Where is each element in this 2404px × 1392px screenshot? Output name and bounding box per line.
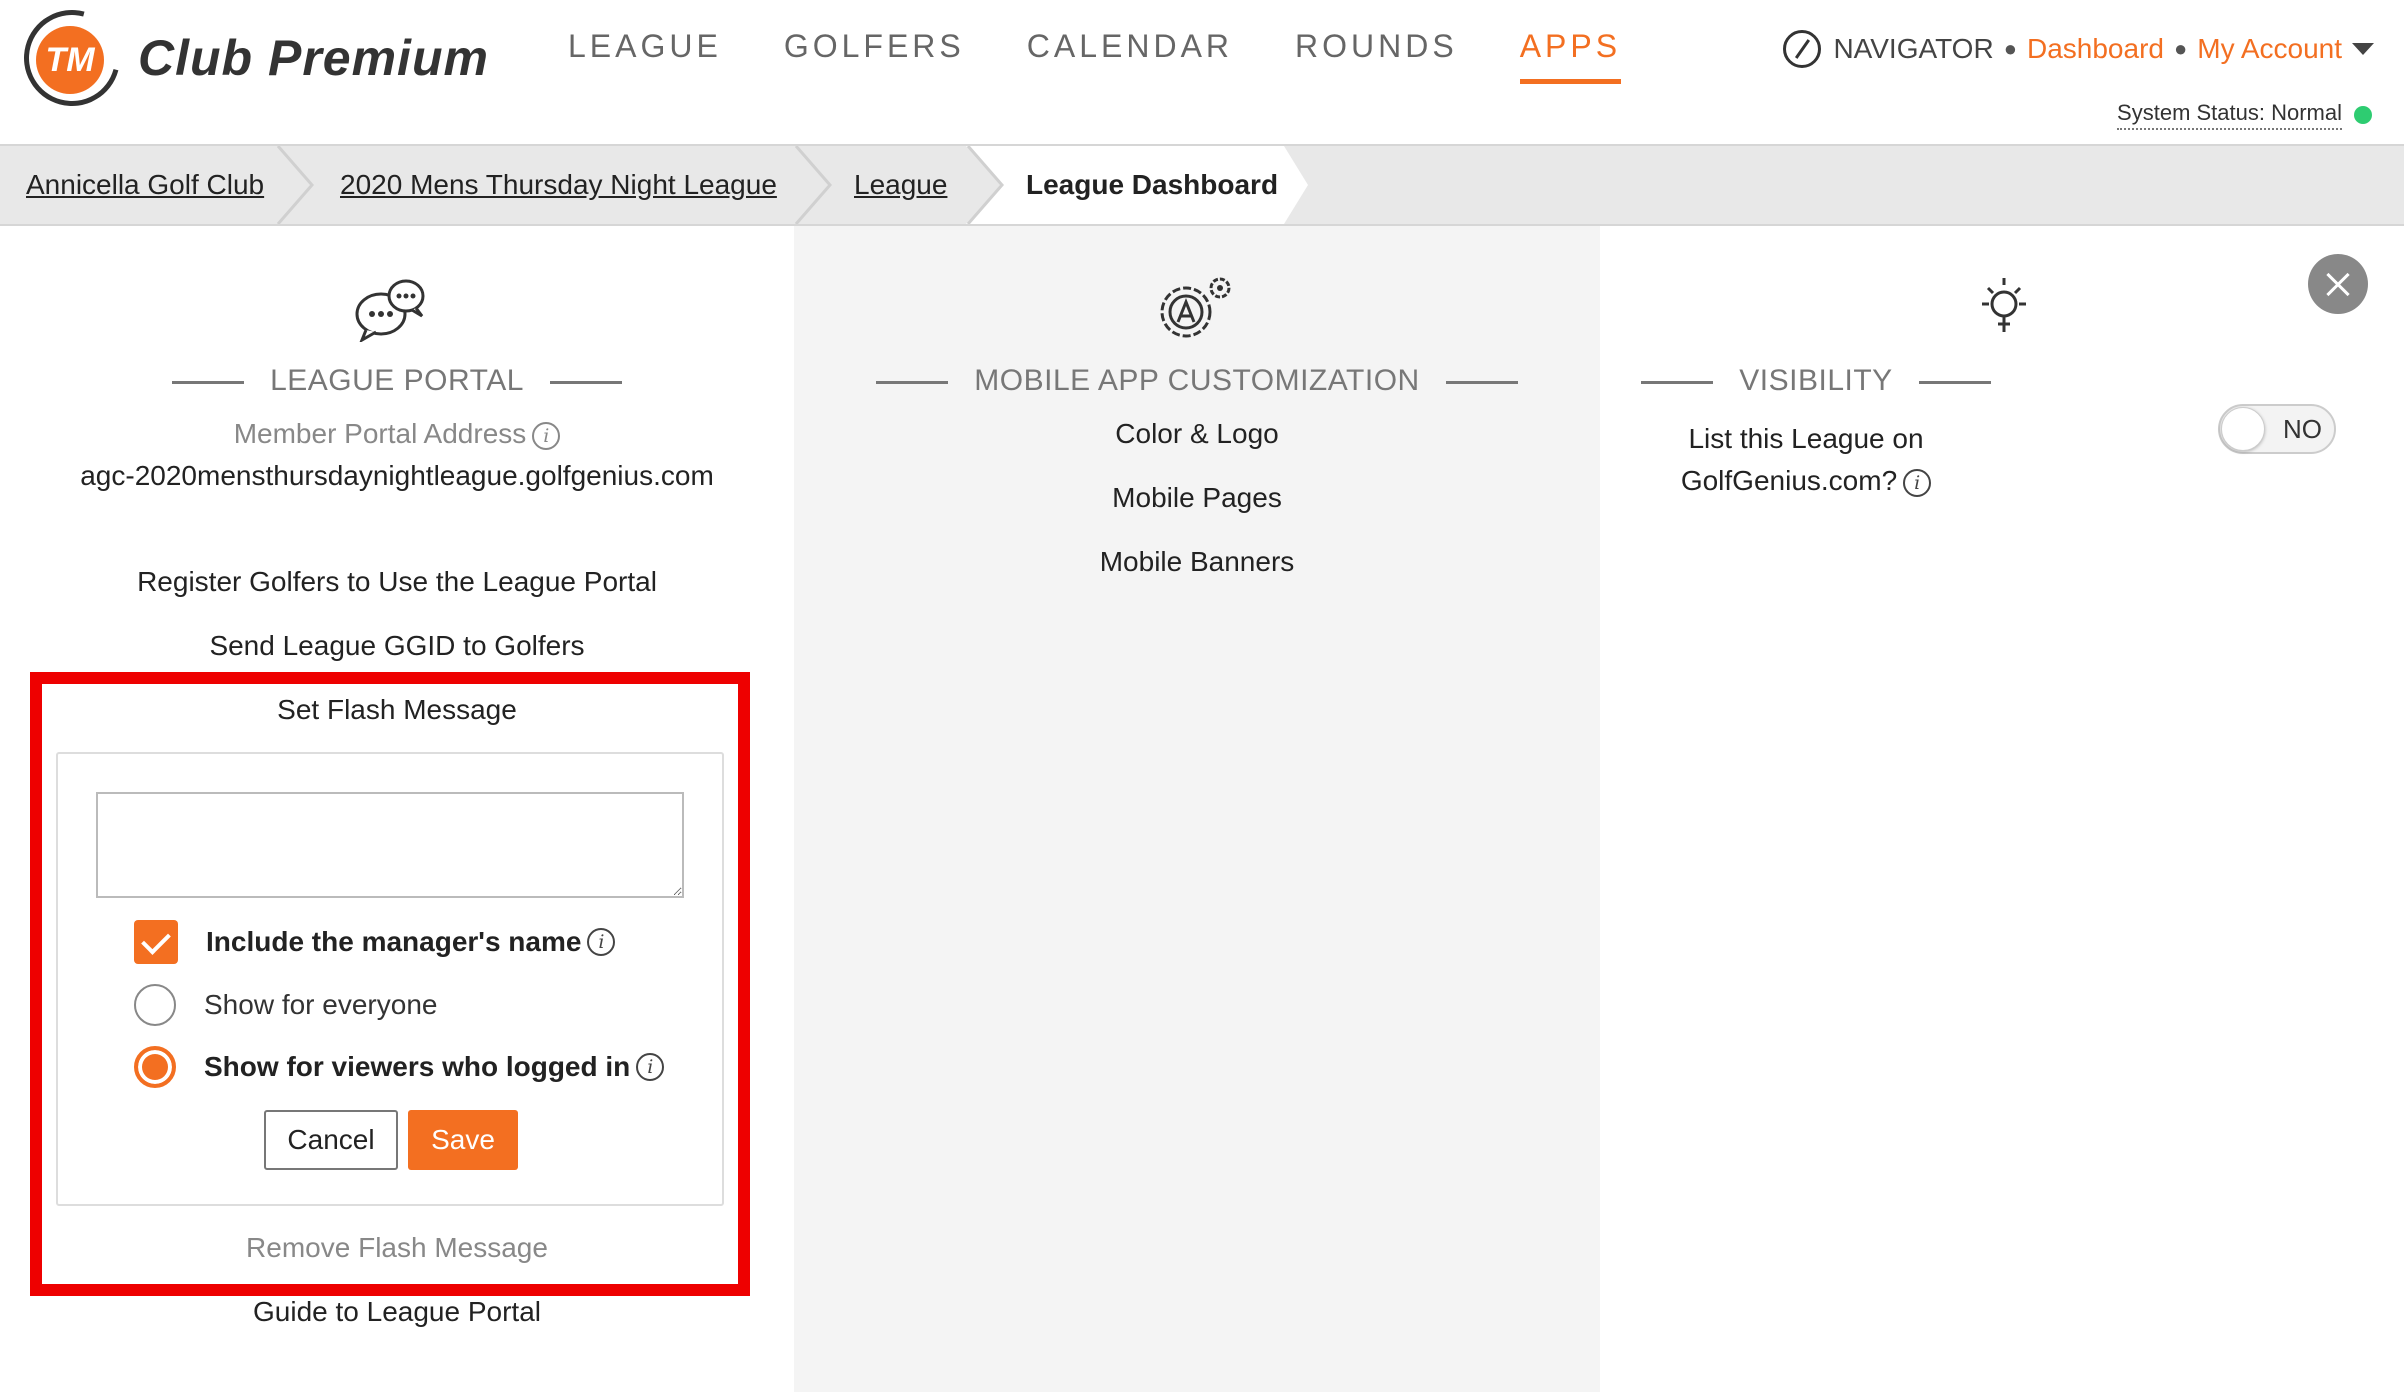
breadcrumb-current-arrow <box>1284 146 1308 224</box>
toggle-label: NO <box>2283 413 2322 444</box>
dashboard-link[interactable]: Dashboard <box>2027 33 2164 65</box>
list-league-toggle[interactable]: NO <box>2218 404 2336 454</box>
nav-league[interactable]: LEAGUE <box>568 28 722 84</box>
app-gear-icon <box>1160 277 1231 338</box>
highlight-annotation-box <box>30 672 750 1296</box>
member-portal-address-label: Member Portal Address i <box>0 418 794 450</box>
breadcrumb-club[interactable]: Annicella Golf Club <box>26 146 264 224</box>
league-portal-heading: LEAGUE PORTAL <box>0 364 794 398</box>
mobile-app-column: MOBILE APP CUSTOMIZATION Color & Logo Mo… <box>794 226 1600 1392</box>
my-account-link[interactable]: My Account <box>2197 33 2342 65</box>
league-portal-title: LEAGUE PORTAL <box>270 364 524 397</box>
breadcrumb-club-label: Annicella Golf Club <box>26 169 265 200</box>
logo-text: Club Premium <box>138 30 489 86</box>
visibility-heading: VISIBILITY <box>1414 364 2218 398</box>
main-nav: LEAGUE GOLFERS CALENDAR ROUNDS APPS <box>568 28 1683 84</box>
breadcrumb-league-name[interactable]: 2020 Mens Thursday Night League <box>340 146 777 224</box>
top-header: TM Club Premium LEAGUE GOLFERS CALENDAR … <box>0 0 2404 144</box>
breadcrumb-separator <box>966 146 1004 224</box>
close-icon[interactable] <box>2308 254 2368 314</box>
compass-icon[interactable] <box>1783 30 1822 68</box>
account-area: NAVIGATOR ● Dashboard ● My Account <box>1783 30 2374 68</box>
list-league-question-line2-wrap: GolfGenius.com? i <box>1404 460 2208 502</box>
navigator-link[interactable]: NAVIGATOR <box>1833 33 1993 65</box>
club-logo[interactable]: TM Club Premium <box>6 0 489 124</box>
separator-dot: ● <box>2173 36 2188 61</box>
separator-dot: ● <box>2003 36 2017 61</box>
list-league-question-line2: GolfGenius.com? <box>1680 465 1898 496</box>
register-golfers-link[interactable]: Register Golfers to Use the League Porta… <box>0 566 794 598</box>
breadcrumb-separator <box>276 146 314 224</box>
breadcrumb-current: League Dashboard <box>966 146 1284 224</box>
nav-calendar[interactable]: CALENDAR <box>1027 28 1233 84</box>
list-league-question: List this League on GolfGenius.com? i <box>1404 418 2208 502</box>
visibility-title: VISIBILITY <box>1739 364 1893 397</box>
info-icon[interactable]: i <box>1903 468 1932 497</box>
nav-golfers[interactable]: GOLFERS <box>784 28 965 84</box>
mobile-app-title: MOBILE APP CUSTOMIZATION <box>974 364 1420 397</box>
logo-badge: TM <box>6 0 138 124</box>
visibility-column: VISIBILITY List this League on GolfGeniu… <box>1600 226 2404 1392</box>
system-status[interactable]: System Status: Normal <box>2117 100 2372 130</box>
status-indicator-icon <box>2354 106 2372 124</box>
breadcrumb-league-name-label: 2020 Mens Thursday Night League <box>340 169 777 200</box>
info-icon[interactable]: i <box>532 421 561 450</box>
toggle-knob <box>2221 407 2265 451</box>
mobile-banners-link[interactable]: Mobile Banners <box>794 546 1600 578</box>
nav-apps[interactable]: APPS <box>1519 28 1622 84</box>
breadcrumb: Annicella Golf Club 2020 Mens Thursday N… <box>0 144 2404 226</box>
guide-league-portal-link[interactable]: Guide to League Portal <box>0 1296 794 1328</box>
chevron-down-icon[interactable] <box>2352 43 2374 55</box>
logo-badge-text: TM <box>36 26 104 94</box>
member-portal-address[interactable]: agc-2020mensthursdaynightleague.golfgeni… <box>0 460 794 492</box>
list-league-question-line1: List this League on <box>1688 423 1924 454</box>
breadcrumb-separator <box>794 146 832 224</box>
member-portal-address-text: Member Portal Address <box>233 418 527 449</box>
nav-rounds[interactable]: ROUNDS <box>1295 28 1458 84</box>
send-ggid-link[interactable]: Send League GGID to Golfers <box>0 630 794 662</box>
breadcrumb-league-label: League <box>854 169 948 200</box>
breadcrumb-current-label: League Dashboard <box>1026 169 1279 200</box>
breadcrumb-league[interactable]: League <box>854 146 947 224</box>
chat-bubbles-icon <box>355 279 425 342</box>
lightbulb-icon <box>1982 278 2026 332</box>
system-status-text: System Status: Normal <box>2117 100 2342 130</box>
